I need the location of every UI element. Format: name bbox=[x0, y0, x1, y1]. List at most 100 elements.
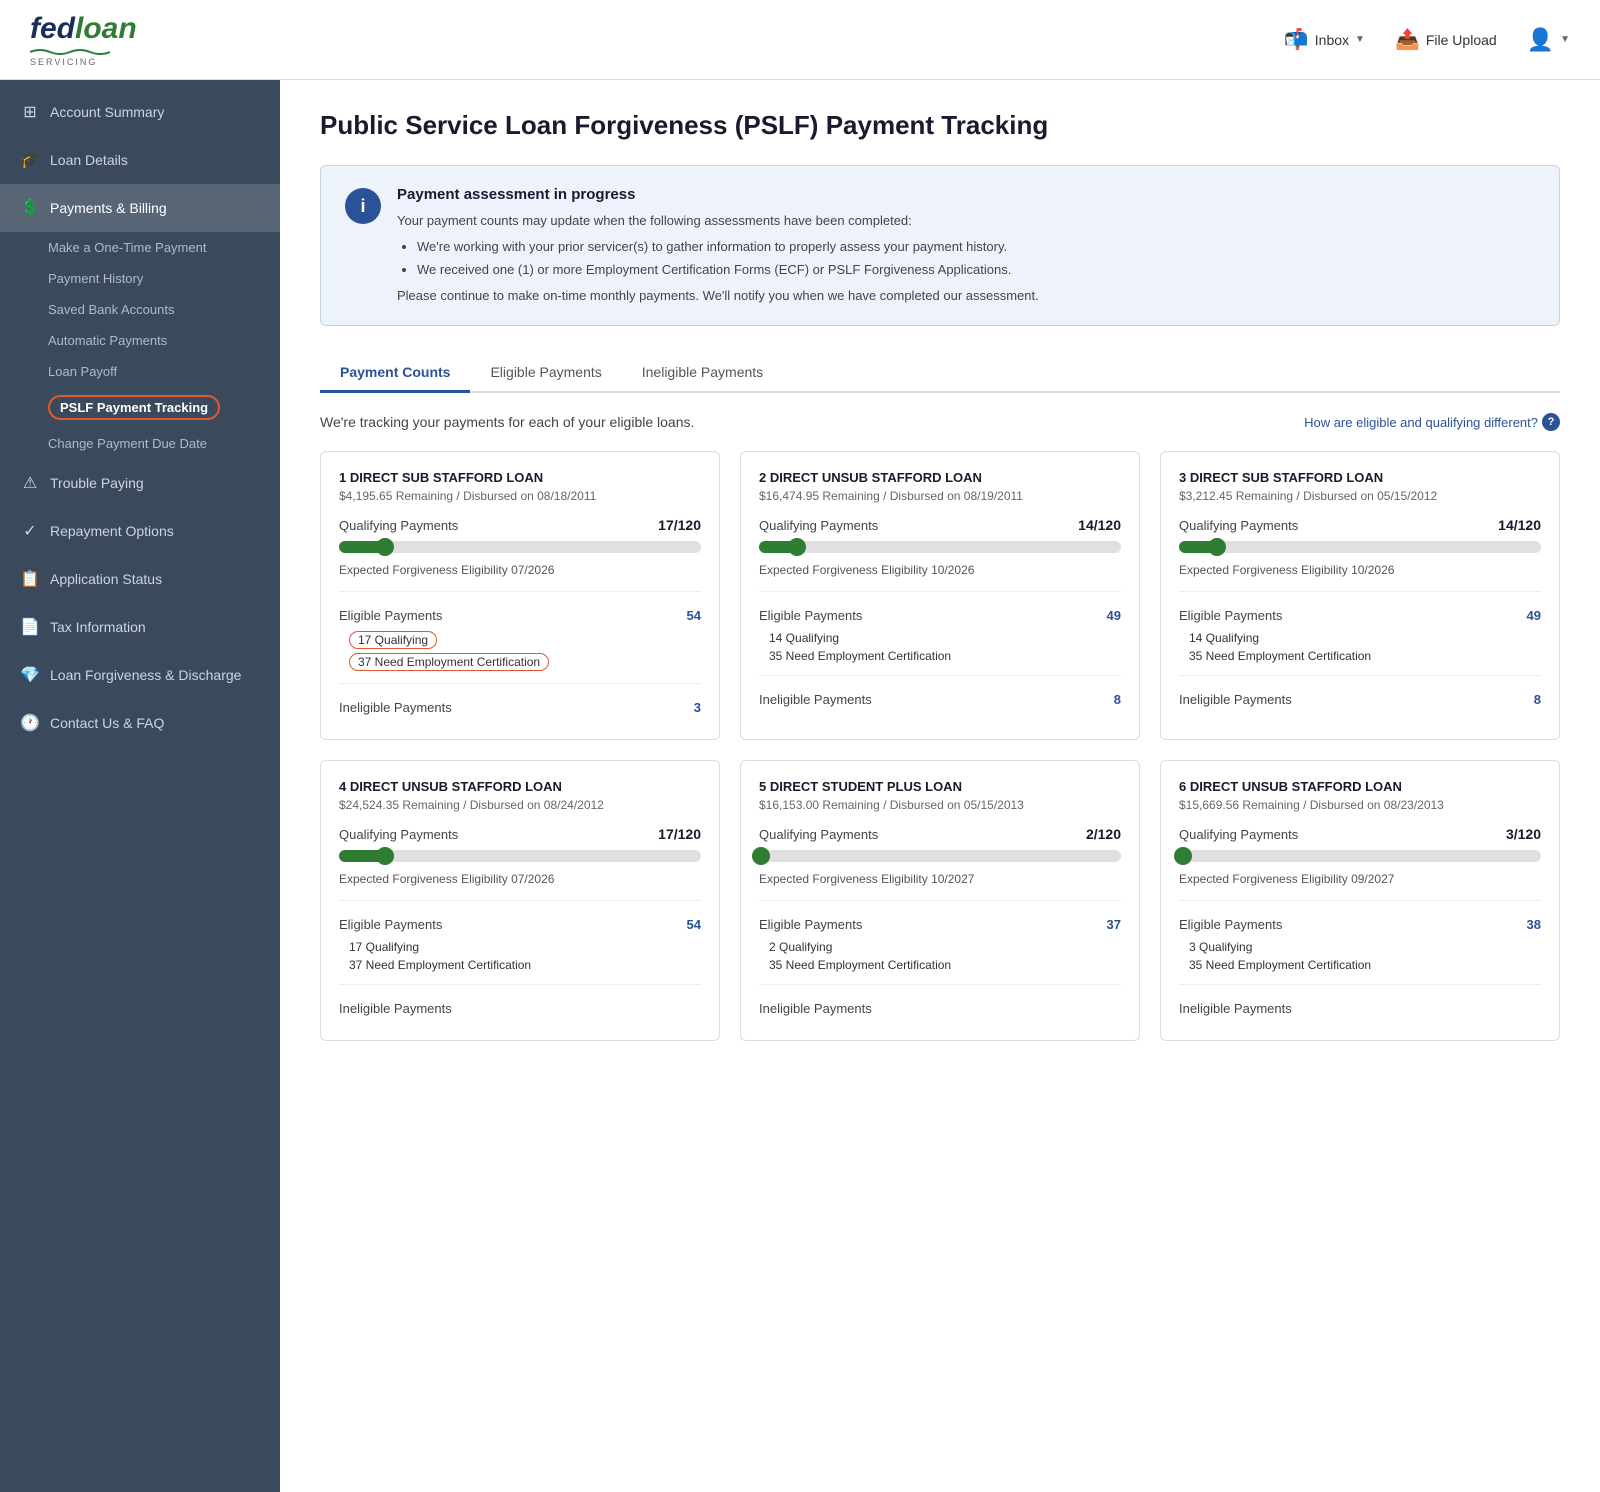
progress-fill-6 bbox=[1179, 850, 1188, 862]
sidebar-sub-loan-payoff[interactable]: Loan Payoff bbox=[0, 356, 280, 387]
ineligible-label-4: Ineligible Payments bbox=[339, 1001, 452, 1016]
divider-bottom-5 bbox=[759, 984, 1121, 985]
divider-bottom-6 bbox=[1179, 984, 1541, 985]
progress-dot-5 bbox=[752, 847, 770, 865]
alert-bullets: We're working with your prior servicer(s… bbox=[417, 237, 1039, 280]
ineligible-count-3[interactable]: 8 bbox=[1534, 692, 1541, 707]
divider-bottom-1 bbox=[339, 683, 701, 684]
eligible-count-2[interactable]: 49 bbox=[1107, 608, 1121, 623]
logo-subtitle: SERVICING bbox=[30, 57, 137, 67]
page-title: Public Service Loan Forgiveness (PSLF) P… bbox=[320, 110, 1560, 141]
tabs: Payment Counts Eligible Payments Ineligi… bbox=[320, 354, 1560, 393]
divider-top-3 bbox=[1179, 591, 1541, 592]
eligible-payments-row-1: Eligible Payments 54 bbox=[339, 602, 701, 629]
user-menu-button[interactable]: 👤 ▼ bbox=[1527, 27, 1570, 53]
header-right: 📬 Inbox ▼ 📤 File Upload 👤 ▼ bbox=[1284, 27, 1570, 53]
sidebar-sub-payment-history-label: Payment History bbox=[48, 271, 143, 286]
sidebar-item-payments-billing-label: Payments & Billing bbox=[50, 200, 167, 216]
ineligible-payments-row-6: Ineligible Payments bbox=[1179, 995, 1541, 1022]
sidebar-item-payments-billing[interactable]: 💲 Payments & Billing bbox=[0, 184, 280, 232]
sidebar-item-loan-forgiveness[interactable]: 💎 Loan Forgiveness & Discharge bbox=[0, 651, 280, 699]
inbox-button[interactable]: 📬 Inbox ▼ bbox=[1284, 27, 1365, 52]
qualifying-label-5: Qualifying Payments bbox=[759, 827, 878, 842]
sidebar-sub-one-time-payment-label: Make a One-Time Payment bbox=[48, 240, 206, 255]
eligible-count-1[interactable]: 54 bbox=[687, 608, 701, 623]
eligible-payments-row-6: Eligible Payments 38 bbox=[1179, 911, 1541, 938]
eligible-count-3[interactable]: 49 bbox=[1527, 608, 1541, 623]
app-layout: ⊞ Account Summary 🎓 Loan Details 💲 Payme… bbox=[0, 80, 1600, 1492]
ineligible-label-2: Ineligible Payments bbox=[759, 692, 872, 707]
qualifying-row-1: Qualifying Payments 17/120 bbox=[339, 517, 701, 533]
qualifying-count-1: 17/120 bbox=[658, 517, 701, 533]
eligible-count-6[interactable]: 38 bbox=[1527, 917, 1541, 932]
divider-top-2 bbox=[759, 591, 1121, 592]
sidebar-item-tax-information[interactable]: 📄 Tax Information bbox=[0, 603, 280, 651]
sidebar-sub-saved-bank[interactable]: Saved Bank Accounts bbox=[0, 294, 280, 325]
sidebar-item-contact-faq[interactable]: 🕐 Contact Us & FAQ bbox=[0, 699, 280, 747]
ineligible-count-1[interactable]: 3 bbox=[694, 700, 701, 715]
sidebar-sub-one-time-payment[interactable]: Make a One-Time Payment bbox=[0, 232, 280, 263]
sidebar-item-contact-faq-label: Contact Us & FAQ bbox=[50, 715, 164, 731]
qualifying-count-5: 2/120 bbox=[1086, 826, 1121, 842]
ineligible-label-3: Ineligible Payments bbox=[1179, 692, 1292, 707]
progress-fill-2 bbox=[759, 541, 802, 553]
ineligible-label-5: Ineligible Payments bbox=[759, 1001, 872, 1016]
tab-ineligible-payments[interactable]: Ineligible Payments bbox=[622, 354, 783, 393]
loan-sub-5: $16,153.00 Remaining / Disbursed on 05/1… bbox=[759, 798, 1121, 812]
ineligible-count-2[interactable]: 8 bbox=[1114, 692, 1121, 707]
progress-fill-3 bbox=[1179, 541, 1222, 553]
help-link[interactable]: How are eligible and qualifying differen… bbox=[1304, 413, 1560, 431]
loan-card-1: 1 DIRECT SUB STAFFORD LOAN $4,195.65 Rem… bbox=[320, 451, 720, 740]
sidebar-sub-change-due-date-label: Change Payment Due Date bbox=[48, 436, 207, 451]
alert-bullet-2: We received one (1) or more Employment C… bbox=[417, 260, 1039, 280]
alert-body: Your payment counts may update when the … bbox=[397, 211, 1039, 305]
need-cert-detail-6: 35 Need Employment Certification bbox=[1179, 956, 1541, 974]
sidebar-item-loan-details[interactable]: 🎓 Loan Details bbox=[0, 136, 280, 184]
loan-title-4: 4 DIRECT UNSUB STAFFORD LOAN bbox=[339, 779, 701, 794]
user-avatar-icon: 👤 bbox=[1527, 27, 1554, 53]
loan-card-4: 4 DIRECT UNSUB STAFFORD LOAN $24,524.35 … bbox=[320, 760, 720, 1041]
header: fed loan SERVICING 📬 Inbox ▼ 📤 File Uplo… bbox=[0, 0, 1600, 80]
sidebar-sub-payment-history[interactable]: Payment History bbox=[0, 263, 280, 294]
eligible-count-4[interactable]: 54 bbox=[687, 917, 701, 932]
progress-fill-5 bbox=[759, 850, 766, 862]
sidebar-sub-pslf-tracking[interactable]: PSLF Payment Tracking bbox=[0, 387, 280, 428]
tracking-row: We're tracking your payments for each of… bbox=[320, 413, 1560, 431]
forgiveness-date-4: Expected Forgiveness Eligibility 07/2026 bbox=[339, 872, 701, 886]
tab-payment-counts[interactable]: Payment Counts bbox=[320, 354, 470, 393]
sidebar-item-repayment-options[interactable]: ✓ Repayment Options bbox=[0, 507, 280, 555]
eligible-payments-row-4: Eligible Payments 54 bbox=[339, 911, 701, 938]
progress-dot-4 bbox=[376, 847, 394, 865]
qualifying-label-1: Qualifying Payments bbox=[339, 518, 458, 533]
sidebar-item-repayment-options-label: Repayment Options bbox=[50, 523, 174, 539]
qualifying-row-3: Qualifying Payments 14/120 bbox=[1179, 517, 1541, 533]
eligible-label-1: Eligible Payments bbox=[339, 608, 442, 623]
sidebar-item-tax-information-label: Tax Information bbox=[50, 619, 146, 635]
qualifying-label-4: Qualifying Payments bbox=[339, 827, 458, 842]
file-upload-button[interactable]: 📤 File Upload bbox=[1395, 27, 1497, 52]
file-upload-label: File Upload bbox=[1426, 32, 1497, 48]
sidebar-sub-auto-payments[interactable]: Automatic Payments bbox=[0, 325, 280, 356]
qualifying-detail-5: 2 Qualifying bbox=[759, 938, 1121, 956]
sidebar-item-application-status[interactable]: 📋 Application Status bbox=[0, 555, 280, 603]
sidebar-sub-auto-payments-label: Automatic Payments bbox=[48, 333, 167, 348]
loan-title-6: 6 DIRECT UNSUB STAFFORD LOAN bbox=[1179, 779, 1541, 794]
main-content: Public Service Loan Forgiveness (PSLF) P… bbox=[280, 80, 1600, 1492]
eligible-payments-row-5: Eligible Payments 37 bbox=[759, 911, 1121, 938]
eligible-count-5[interactable]: 37 bbox=[1107, 917, 1121, 932]
tab-eligible-payments[interactable]: Eligible Payments bbox=[470, 354, 621, 393]
payments-billing-icon: 💲 bbox=[20, 198, 40, 218]
logo: fed loan SERVICING bbox=[30, 12, 137, 67]
ineligible-label-1: Ineligible Payments bbox=[339, 700, 452, 715]
sidebar-item-trouble-paying[interactable]: ⚠ Trouble Paying bbox=[0, 459, 280, 507]
need-cert-detail-1: 37 Need Employment Certification bbox=[339, 651, 701, 673]
qualifying-row-6: Qualifying Payments 3/120 bbox=[1179, 826, 1541, 842]
progress-fill-4 bbox=[339, 850, 390, 862]
divider-top-4 bbox=[339, 900, 701, 901]
sidebar-item-account-summary[interactable]: ⊞ Account Summary bbox=[0, 88, 280, 136]
loan-card-2: 2 DIRECT UNSUB STAFFORD LOAN $16,474.95 … bbox=[740, 451, 1140, 740]
sidebar-sub-change-due-date[interactable]: Change Payment Due Date bbox=[0, 428, 280, 459]
progress-dot-6 bbox=[1174, 847, 1192, 865]
progress-bar-5 bbox=[759, 850, 1121, 862]
divider-top-5 bbox=[759, 900, 1121, 901]
